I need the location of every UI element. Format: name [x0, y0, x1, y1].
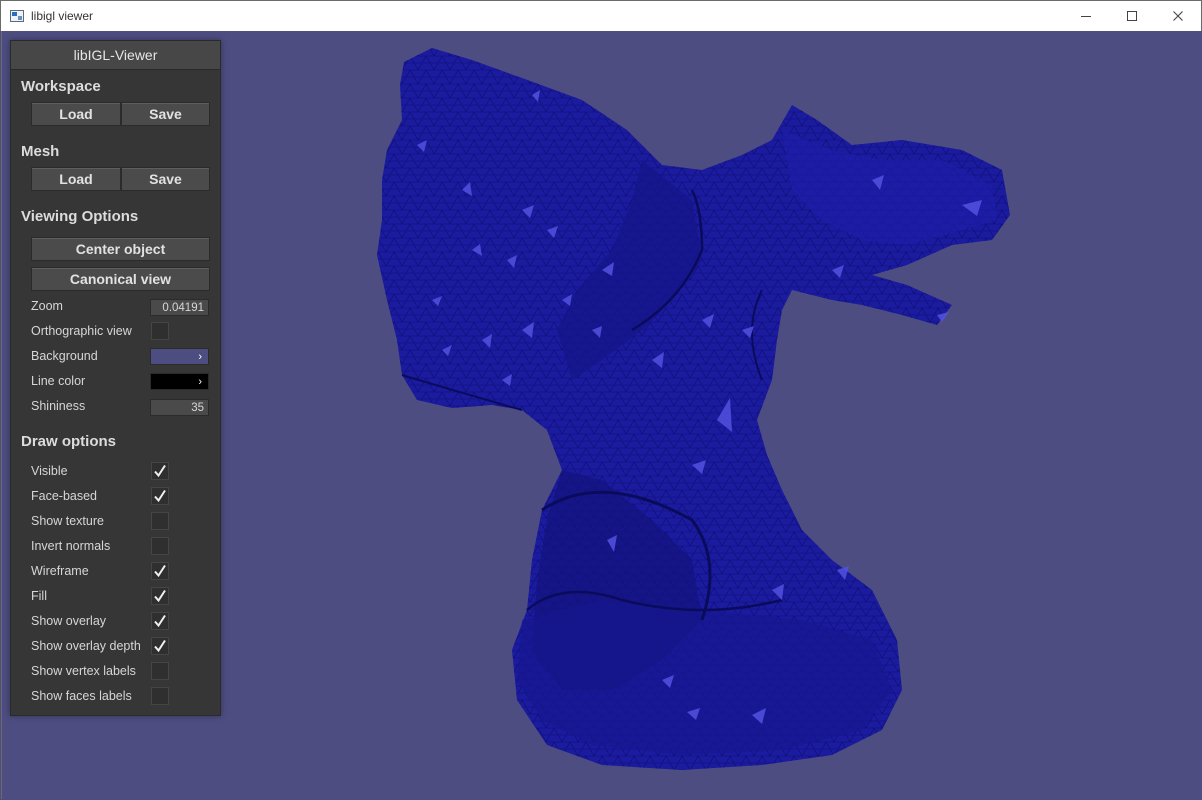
show-faces-labels-checkbox[interactable] — [151, 687, 169, 705]
show-overlay-label: Show overlay — [31, 614, 107, 628]
line-color-label: Line color — [31, 374, 86, 388]
fill-label: Fill — [31, 589, 47, 603]
window-title: libigl viewer — [31, 9, 94, 23]
shininess-label: Shininess — [31, 399, 86, 413]
viewing-options-heading[interactable]: Viewing Options — [21, 208, 138, 225]
show-overlay-checkbox[interactable] — [151, 612, 169, 630]
checkmark-icon — [154, 589, 166, 603]
workspace-load-button[interactable]: Load — [31, 102, 121, 126]
show-overlay-depth-label: Show overlay depth — [31, 639, 141, 653]
minimize-icon — [1081, 16, 1091, 17]
show-vertex-labels-checkbox[interactable] — [151, 662, 169, 680]
draw-options-heading[interactable]: Draw options — [21, 433, 116, 450]
maximize-icon — [1127, 11, 1137, 21]
panel-title[interactable]: libIGL-Viewer — [11, 41, 220, 70]
workspace-save-button[interactable]: Save — [121, 102, 210, 126]
show-vertex-labels-label: Show vertex labels — [31, 664, 136, 678]
chevron-right-icon: › — [198, 375, 202, 388]
checkmark-icon — [154, 614, 166, 628]
wireframe-label: Wireframe — [31, 564, 89, 578]
show-overlay-depth-checkbox[interactable] — [151, 637, 169, 655]
show-texture-checkbox[interactable] — [151, 512, 169, 530]
orthographic-view-label: Orthographic view — [31, 324, 132, 338]
maximize-button[interactable] — [1109, 1, 1155, 31]
mesh-load-button[interactable]: Load — [31, 167, 121, 191]
app-window-icon — [10, 10, 24, 22]
mesh-save-button[interactable]: Save — [121, 167, 210, 191]
center-object-button[interactable]: Center object — [31, 237, 210, 261]
face-based-checkbox[interactable] — [151, 487, 169, 505]
close-button[interactable] — [1155, 1, 1201, 31]
close-icon — [1173, 11, 1183, 21]
canonical-view-button[interactable]: Canonical view — [31, 267, 210, 291]
line-color-picker[interactable]: › — [150, 373, 209, 390]
chevron-right-icon: › — [198, 350, 202, 363]
shininess-input[interactable]: 35 — [150, 399, 209, 416]
window-controls — [1063, 1, 1201, 31]
invert-normals-checkbox[interactable] — [151, 537, 169, 555]
face-based-label: Face-based — [31, 489, 98, 503]
background-color-picker[interactable]: › — [150, 348, 209, 365]
zoom-input[interactable]: 0.04191 — [150, 299, 209, 316]
minimize-button[interactable] — [1063, 1, 1109, 31]
mesh-heading[interactable]: Mesh — [21, 143, 59, 160]
viewer-menu-panel[interactable]: libIGL-Viewer Workspace Load Save Mesh L… — [10, 40, 221, 716]
checkmark-icon — [154, 564, 166, 578]
checkmark-icon — [154, 464, 166, 478]
show-faces-labels-label: Show faces labels — [31, 689, 132, 703]
visible-label: Visible — [31, 464, 68, 478]
invert-normals-label: Invert normals — [31, 539, 111, 553]
fill-checkbox[interactable] — [151, 587, 169, 605]
visible-checkbox[interactable] — [151, 462, 169, 480]
workspace-heading[interactable]: Workspace — [21, 78, 101, 95]
zoom-label: Zoom — [31, 299, 63, 313]
background-label: Background — [31, 349, 98, 363]
checkmark-icon — [154, 639, 166, 653]
title-bar[interactable]: libigl viewer — [0, 0, 1202, 31]
wireframe-checkbox[interactable] — [151, 562, 169, 580]
orthographic-view-checkbox[interactable] — [151, 322, 169, 340]
checkmark-icon — [154, 489, 166, 503]
show-texture-label: Show texture — [31, 514, 104, 528]
